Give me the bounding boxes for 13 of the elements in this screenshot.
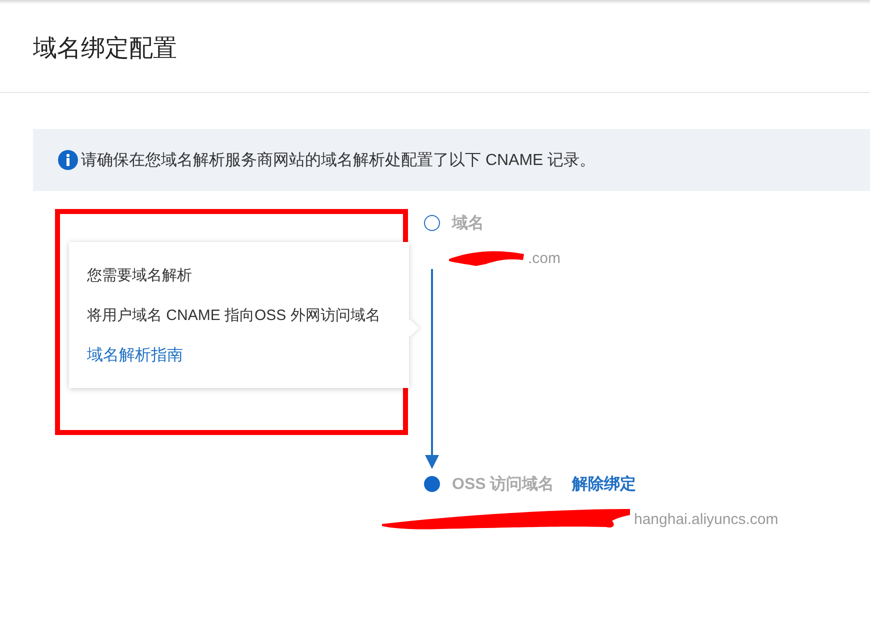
step-label: OSS 访问域名 [452, 474, 554, 494]
page-title: 域名绑定配置 [33, 34, 177, 64]
domain-value: .com [528, 250, 561, 266]
guide-link[interactable]: 域名解析指南 [87, 342, 391, 370]
popover-text: 将用户域名 CNAME 指向OSS 外网访问域名 [87, 306, 382, 326]
domain-value: hanghai.aliyuncs.com [634, 510, 778, 528]
step-circle-icon [424, 215, 440, 231]
step-dot-icon [424, 476, 440, 492]
popover-title: 您需要域名解析 [87, 266, 193, 286]
step-label: 域名 [452, 214, 484, 234]
info-icon [57, 149, 79, 171]
notice-text: 请确保在您域名解析服务商网站的域名解析处配置了以下 CNAME 记录。 [81, 150, 596, 170]
unbind-link[interactable]: 解除绑定 [572, 474, 636, 494]
